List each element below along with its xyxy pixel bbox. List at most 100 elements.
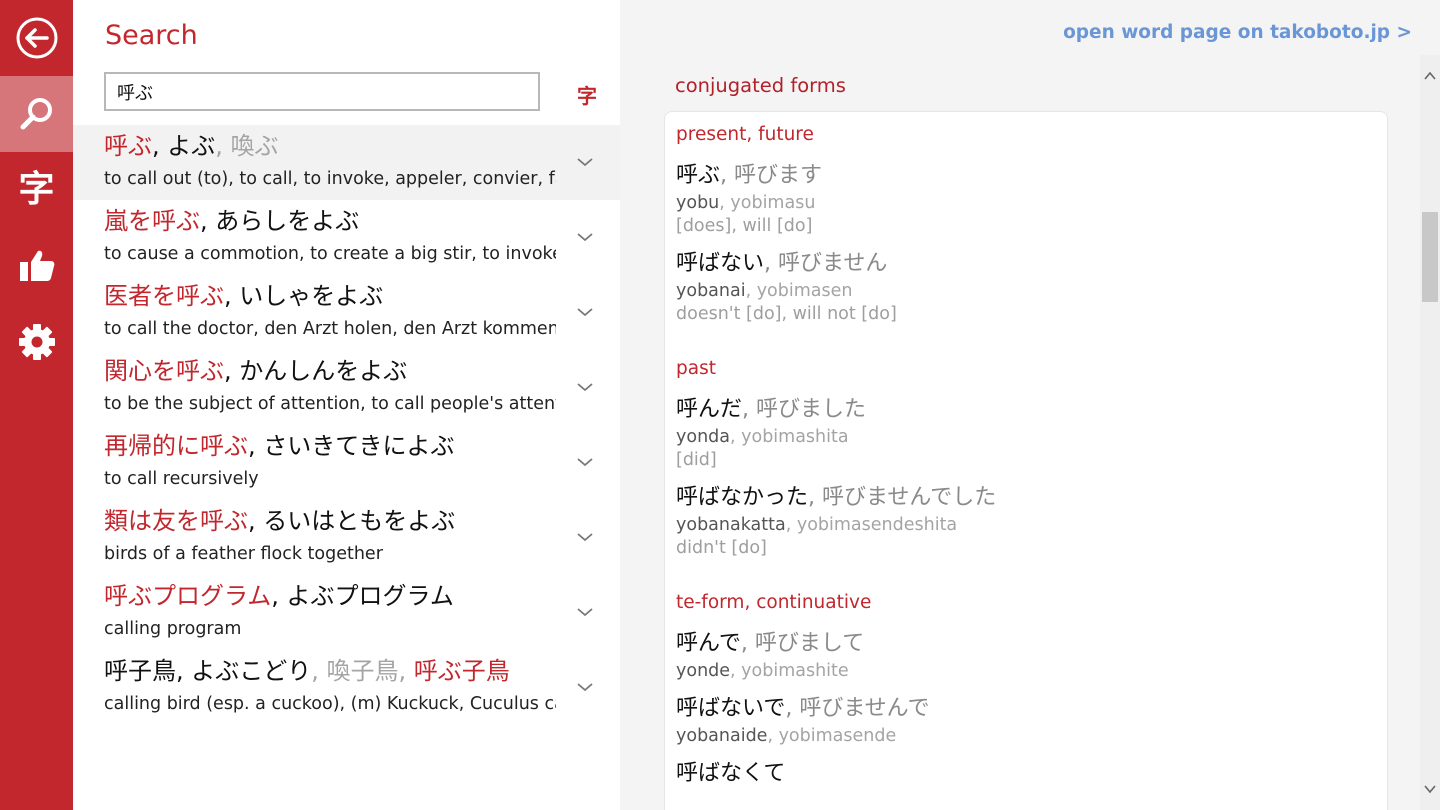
form-polite: , 呼びませんで [785,696,930,721]
romaji-plain: yobanai [676,281,746,301]
kanji-search-toggle[interactable]: 字 [577,80,597,109]
result-headword: 関心を呼ぶ, かんしんをよぶ [104,354,407,388]
result-headword: 医者を呼ぶ, いしゃをよぶ [104,279,383,313]
result-row[interactable]: 嵐を呼ぶ, あらしをよぶ to cause a commotion, to cre… [73,200,620,275]
form-romaji: yobu, yobimasu [676,192,815,214]
scrollbar[interactable] [1420,55,1440,810]
chevron-down-icon[interactable] [576,305,594,319]
result-headword: 嵐を呼ぶ, あらしをよぶ [104,204,359,238]
search-input[interactable] [104,72,540,111]
result-gloss: to cause a commotion, to create a big st… [104,244,556,264]
form-polite: , 呼びませんでした [808,485,997,510]
headword-part: , [248,507,264,535]
conjugated-form: 呼ばなかった, 呼びませんでした [676,484,996,512]
scroll-thumb[interactable] [1422,212,1438,302]
detail-pane: open word page on takoboto.jp > conjugat… [620,0,1440,810]
result-headword: 再帰的に呼ぶ, さいきてきによぶ [104,429,455,463]
form-polite: , 呼びません [764,251,888,276]
conjugated-form: 呼んだ, 呼びました [676,396,866,424]
result-headword: 呼ぶ, よぶ, 喚ぶ [104,129,279,163]
rail-search-button[interactable] [0,76,73,152]
rail-rate-button[interactable] [0,228,73,304]
form-romaji: yonda, yobimashita [676,426,849,448]
scroll-down-icon[interactable] [1423,782,1437,796]
results-list: 呼ぶ, よぶ, 喚ぶ to call out (to), to call, to … [73,125,620,725]
kanji-icon: 字 [18,169,55,210]
romaji-polite: , yobimasu [719,193,816,213]
chevron-down-icon[interactable] [576,530,594,544]
rail-settings-button[interactable] [0,304,73,380]
result-headword: 類は友を呼ぶ, るいはともをよぶ [104,504,455,538]
result-row[interactable]: 医者を呼ぶ, いしゃをよぶ to call the doctor, den Arz… [73,275,620,350]
result-row[interactable]: 関心を呼ぶ, かんしんをよぶ to be the subject of atten… [73,350,620,425]
romaji-polite: , yobimasen [745,281,853,301]
form-meaning: [did] [676,450,717,470]
headword-part: , [176,657,192,685]
conjugated-form: 呼ぶ, 呼びます [676,162,822,190]
result-row[interactable]: 呼子鳥, よぶこどり, 喚子鳥, 呼ぶ子鳥 calling bird (esp. … [73,650,620,725]
form-romaji: yonde, yobimashite [676,660,849,682]
open-word-page-link[interactable]: open word page on takoboto.jp > [1063,22,1412,43]
form-plain: 呼んだ [676,397,743,422]
conjugated-form: 呼んで, 呼びまして [676,630,864,658]
headword-part: 呼ぶ子鳥 [413,657,510,685]
romaji-plain: yonde [676,661,731,681]
result-row[interactable]: 類は友を呼ぶ, るいはともをよぶ birds of a feather flock… [73,500,620,575]
romaji-plain: yobanaide [676,726,768,746]
chevron-down-icon[interactable] [576,380,594,394]
chevron-down-icon[interactable] [576,230,594,244]
headword-part: いしゃをよぶ [239,282,384,310]
thumbs-up-icon [19,250,54,281]
result-gloss: calling bird (esp. a cuckoo), (m) Kuckuc… [104,694,556,714]
form-plain: 呼ばなくて [676,761,786,786]
conjugated-form: 呼ばなくて [676,760,785,788]
result-gloss: to call out (to), to call, to invoke, ap… [104,169,556,189]
headword-part: , [224,282,240,310]
search-pane: Search 字 呼ぶ, よぶ, 喚ぶ to call out (to), to … [73,0,620,810]
rail-kanji-button[interactable]: 字 [0,152,73,228]
headword-part: , 喚ぶ [215,132,279,160]
scroll-up-icon[interactable] [1423,69,1437,83]
romaji-polite: , yobimashite [730,661,849,681]
romaji-plain: yonda [676,427,730,447]
form-polite: , 呼びます [720,163,823,188]
form-plain: 呼ばなかった [676,485,809,510]
romaji-plain: yobanakatta [676,515,786,535]
headword-part: あらしをよぶ [215,207,360,235]
headword-part: , [224,357,240,385]
headword-part: , [248,432,264,460]
headword-part: 呼ぶ [104,132,152,160]
result-row[interactable]: 呼ぶプログラム, よぶプログラム calling program [73,575,620,650]
conjugated-form: 呼ばないで, 呼びませんで [676,695,930,723]
result-headword: 呼ぶプログラム, よぶプログラム [104,579,454,613]
result-headword: 呼子鳥, よぶこどり, 喚子鳥, 呼ぶ子鳥 [104,654,510,688]
chevron-down-icon[interactable] [576,455,594,469]
headword-part: るいはともをよぶ [263,507,456,535]
gear-icon [18,324,55,360]
conjugation-category: past [676,358,716,379]
form-plain: 呼ばないで [676,696,786,721]
headword-part: 嵐を呼ぶ [104,207,200,235]
form-romaji: yobanakatta, yobimasendeshita [676,514,957,536]
form-meaning: didn't [do] [676,538,767,558]
headword-part: 呼ぶプログラム [104,582,272,610]
result-gloss: to be the subject of attention, to call … [104,394,556,414]
headword-part: 類は友を呼ぶ [104,507,248,535]
headword-part: かんしんをよぶ [239,357,408,385]
conjugation-category: present, future [676,124,814,145]
result-row[interactable]: 再帰的に呼ぶ, さいきてきによぶ to call recursively [73,425,620,500]
chevron-down-icon[interactable] [576,605,594,619]
romaji-polite: , yobimasendeshita [785,515,958,535]
chevron-down-icon[interactable] [576,155,594,169]
back-button[interactable] [0,0,73,76]
headword-part: 医者を呼ぶ [104,282,224,310]
headword-part: よぶプログラム [286,582,454,610]
conjugation-category: te-form, continuative [676,592,872,613]
conjugation-card: present, future 呼ぶ, 呼びます yobu, yobimasu [do… [664,111,1388,810]
result-row[interactable]: 呼ぶ, よぶ, 喚ぶ to call out (to), to call, to … [73,125,620,200]
headword-part: さいきてきによぶ [263,432,455,460]
romaji-polite: , yobimasende [767,726,897,746]
romaji-polite: , yobimashita [730,427,849,447]
chevron-down-icon[interactable] [576,680,594,694]
back-icon [16,17,57,59]
